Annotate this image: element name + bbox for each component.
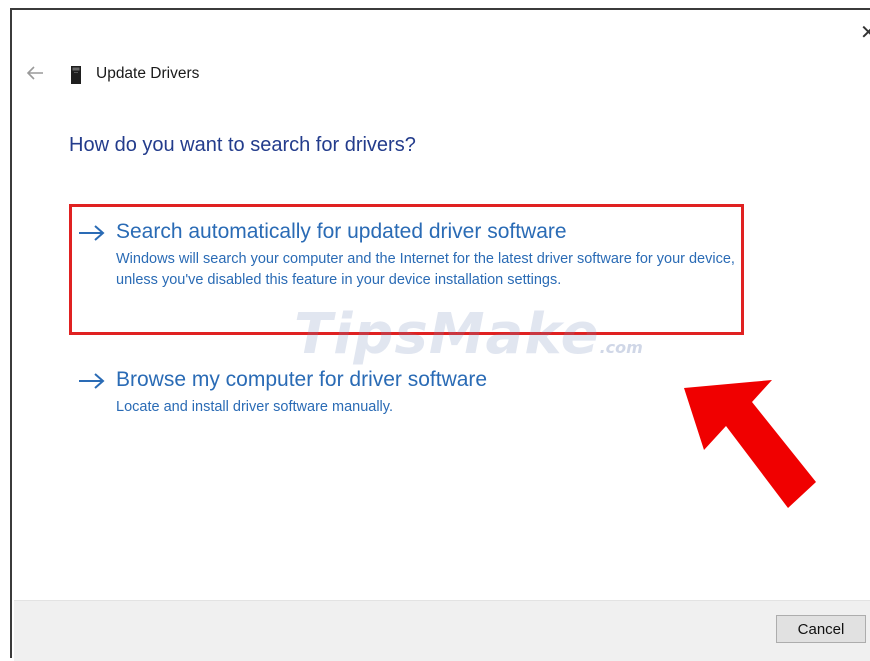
page-heading: How do you want to search for drivers? [69,134,416,156]
device-icon [71,66,81,84]
option-title[interactable]: Browse my computer for driver software [116,368,487,392]
close-icon[interactable]: ✕ [860,22,870,42]
option-title[interactable]: Search automatically for updated driver … [116,220,567,244]
browse-computer-option[interactable]: Browse my computer for driver software L… [78,368,738,428]
watermark: TipsMake.com [294,302,643,367]
update-drivers-dialog: ✕ Update Drivers How do you want to sear… [10,8,870,661]
watermark-text: TipsMake [294,302,600,367]
red-pointer-arrow-icon [684,380,816,508]
cancel-button[interactable]: Cancel [776,615,866,643]
wizard-title: Update Drivers [96,65,200,82]
right-arrow-icon [79,373,105,389]
option-description: Windows will search your computer and th… [116,251,735,288]
right-arrow-icon [79,225,105,241]
back-arrow-icon[interactable] [26,65,44,81]
option-description: Locate and install driver software manua… [116,399,393,415]
watermark-domain: .com [599,338,643,357]
dialog-footer: Cancel [14,600,870,661]
